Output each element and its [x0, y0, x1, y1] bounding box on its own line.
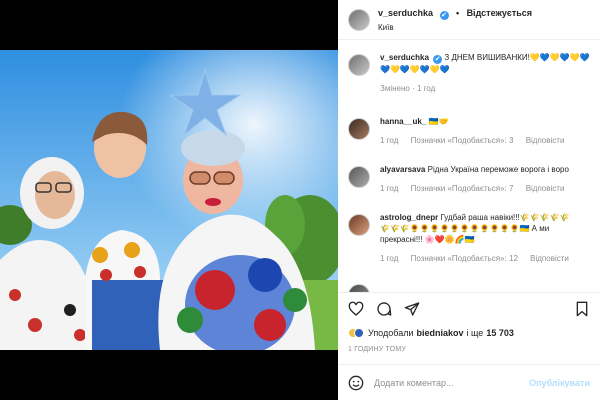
- add-comment-bar: Опублікувати: [338, 364, 600, 400]
- comment-username[interactable]: astrolog_dnepr: [380, 213, 438, 222]
- reply-button[interactable]: Відповісти: [526, 184, 565, 193]
- comment-body: hanna__uk_ 🇺🇦🤝 1 год Позначки «Подобаєть…: [380, 116, 590, 164]
- reply-button[interactable]: Відповісти: [526, 136, 565, 145]
- caption-body: v_serduchka ✔ З ДНЕМ ВИШИВАНКИ!💛💙💛💙💛💙 💙💛…: [380, 52, 590, 102]
- comment-likes-link[interactable]: Позначки «Подобається»: 12: [411, 254, 518, 263]
- bookmark-icon[interactable]: [574, 301, 590, 317]
- post-timestamp[interactable]: 1 ГОДИНУ ТОМУ: [348, 346, 406, 353]
- post-actions: [338, 292, 600, 324]
- comment-text: 🇺🇦🤝: [428, 117, 449, 126]
- header-text: v_serduchka ✔ • Відстежується Київ: [378, 6, 532, 34]
- commenter-avatar[interactable]: [348, 166, 370, 188]
- comment-item: alyavarsava Рідна Україна переможе ворог…: [338, 164, 600, 212]
- comment-item-partial: [338, 282, 600, 292]
- send-icon[interactable]: [404, 301, 420, 317]
- location-link[interactable]: Київ: [378, 22, 532, 34]
- comment-input[interactable]: [374, 377, 530, 388]
- author-username[interactable]: v_serduchka: [378, 8, 433, 18]
- comment-likes-link[interactable]: Позначки «Подобається»: 7: [411, 184, 514, 193]
- post-comment-button[interactable]: Опублікувати: [529, 378, 590, 388]
- caption-meta: Змінено · 1 год: [380, 84, 436, 93]
- post-media: [0, 0, 338, 400]
- likes-summary[interactable]: Уподобали biedniakov і ще 15 703: [348, 328, 514, 338]
- post-panel: v_serduchka ✔ • Відстежується Київ v_ser…: [338, 0, 600, 400]
- commenter-avatar[interactable]: [348, 214, 370, 236]
- comment-time: 1 год: [380, 184, 399, 193]
- comment-body: alyavarsava Рідна Україна переможе ворог…: [380, 164, 590, 212]
- liker-avatar: [354, 328, 364, 338]
- post-header: v_serduchka ✔ • Відстежується Київ: [338, 0, 600, 40]
- commenter-avatar[interactable]: [348, 284, 370, 292]
- verified-badge-icon: ✔: [433, 55, 443, 64]
- comment-icon[interactable]: [376, 301, 392, 317]
- smile-icon[interactable]: [348, 375, 364, 391]
- verified-badge-icon: ✔: [439, 10, 449, 20]
- header-separator: •: [455, 7, 460, 18]
- comment-meta: 1 год Позначки «Подобається»: 12 Відпові…: [380, 253, 590, 264]
- comment-meta: 1 год Позначки «Подобається»: 3 Відповіс…: [380, 135, 590, 146]
- author-avatar[interactable]: [348, 8, 370, 31]
- caption-text-line2: 💙💛💙💛💙💛💙: [380, 65, 450, 74]
- caption-avatar[interactable]: [348, 54, 370, 76]
- comment-username[interactable]: hanna__uk_: [380, 117, 426, 126]
- comment-text-line3: прекрасні!!! 🌸❤️🌼🌈🇺🇦: [380, 235, 475, 244]
- caption-username[interactable]: v_serduchka: [380, 53, 429, 62]
- comment-time: 1 год: [380, 254, 399, 263]
- follow-status-button[interactable]: Відстежується: [467, 8, 532, 18]
- comment-likes-link[interactable]: Позначки «Подобається»: 3: [411, 136, 514, 145]
- heart-icon[interactable]: [348, 301, 364, 317]
- commenter-avatar[interactable]: [348, 118, 370, 140]
- caption-text: З ДНЕМ ВИШИВАНКИ!💛💙💛💙💛💙: [444, 53, 590, 62]
- caption: v_serduchka ✔ З ДНЕМ ВИШИВАНКИ!💛💙💛💙💛💙 💙💛…: [338, 52, 600, 102]
- comment-username[interactable]: alyavarsava: [380, 165, 425, 174]
- comment-body: astrolog_dnepr Гудбай раша навіки!!!🌾🌾🌾🌾…: [380, 212, 590, 282]
- comment-item: astrolog_dnepr Гудбай раша навіки!!!🌾🌾🌾🌾…: [338, 212, 600, 282]
- comment-meta: 1 год Позначки «Подобається»: 7 Відповіс…: [380, 183, 590, 194]
- comment-text: Рідна Україна переможе ворога і воро: [427, 165, 569, 174]
- comment-item: hanna__uk_ 🇺🇦🤝 1 год Позначки «Подобаєть…: [338, 116, 600, 164]
- likes-suffix: і ще: [466, 328, 484, 338]
- comment-time: 1 год: [380, 136, 399, 145]
- comment-text: Гудбай раша навіки!!!🌾🌾🌾🌾🌾: [440, 213, 570, 222]
- likes-user[interactable]: biedniakov: [416, 328, 463, 338]
- likes-count[interactable]: 15 703: [486, 328, 514, 338]
- reply-button[interactable]: Відповісти: [530, 254, 569, 263]
- comments-section[interactable]: v_serduchka ✔ З ДНЕМ ВИШИВАНКИ!💛💙💛💙💛💙 💙💛…: [338, 52, 600, 292]
- post-photo[interactable]: [0, 50, 338, 350]
- comment-text-line2: 🌾🌾🌾🌻🌻🌻🌻🌻🌻🌻🌻🌻🌻🌻🇺🇦 А ми: [380, 224, 550, 233]
- likes-prefix: Уподобали: [368, 328, 414, 338]
